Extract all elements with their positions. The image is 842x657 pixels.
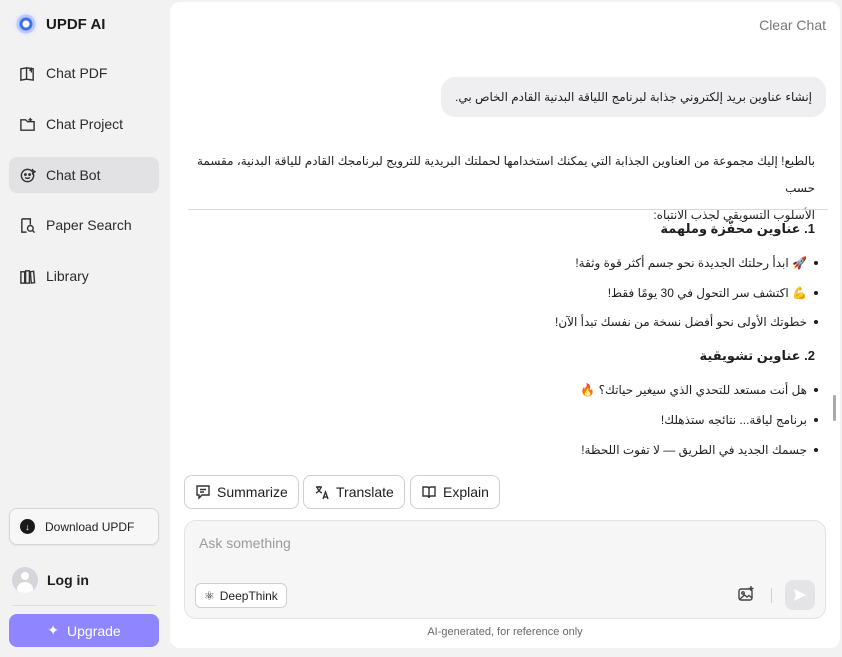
avatar	[12, 567, 38, 593]
section-heading: 2. عناوين تشويقية	[699, 348, 816, 363]
bullet-dot	[814, 388, 818, 392]
explain-label: Explain	[443, 484, 489, 500]
list-item: برنامج لياقة... نتائجه ستذهلك!	[188, 413, 828, 427]
download-updf-button[interactable]: ↓ Download UPDF	[9, 508, 159, 545]
atom-icon: ⚛	[204, 588, 215, 603]
list-item-text: خطوتك الأولى نحو أفضل نسخة من نفسك تبدأ …	[555, 315, 807, 329]
message-input[interactable]	[199, 535, 799, 559]
list-item-text: 🚀 ابدأ رحلتك الجديدة نحو جسم أكثر قوة وث…	[575, 256, 807, 270]
sidebar-item-chat-project[interactable]: Chat Project	[9, 106, 159, 142]
translate-button[interactable]: Translate	[303, 475, 405, 509]
bullet-dot	[814, 320, 818, 324]
download-label: Download UPDF	[45, 519, 135, 534]
upgrade-button[interactable]: ✦ Upgrade	[9, 614, 159, 647]
translate-label: Translate	[336, 484, 394, 500]
sidebar-item-label: Chat PDF	[46, 65, 108, 81]
list-item-text: 💪 اكتشف سر التحول في 30 يومًا فقط!	[607, 286, 807, 300]
bot-icon	[18, 166, 36, 184]
sparkle-icon: ✦	[47, 622, 60, 638]
book-icon	[18, 64, 36, 82]
answer-intro: بالطبع! إليك مجموعة من العناوين الجذابة …	[188, 148, 828, 229]
send-button[interactable]	[785, 580, 815, 610]
bullet-dot	[814, 418, 818, 422]
folder-icon	[18, 115, 36, 133]
summarize-label: Summarize	[217, 484, 288, 500]
bullet-dot	[814, 448, 818, 452]
list-item-text: برنامج لياقة... نتائجه ستذهلك!	[660, 413, 807, 427]
list-item: 🚀 ابدأ رحلتك الجديدة نحو جسم أكثر قوة وث…	[188, 256, 828, 270]
image-icon	[738, 586, 754, 601]
summarize-icon	[196, 485, 210, 500]
divider	[771, 588, 772, 603]
search-doc-icon	[18, 216, 36, 234]
send-icon	[794, 589, 806, 601]
ai-disclaimer: AI-generated, for reference only	[427, 626, 583, 638]
clear-chat-button[interactable]: Clear Chat	[759, 17, 826, 33]
message-composer: ⚛ DeepThink	[184, 520, 826, 619]
section-heading: 1. عناوين محفّزة وملهمة	[660, 221, 815, 236]
brand-name: UPDF AI	[46, 15, 106, 33]
sidebar-item-label: Library	[46, 268, 89, 284]
answer-intro-line: بالطبع! إليك مجموعة من العناوين الجذابة …	[196, 154, 815, 195]
library-icon	[18, 267, 36, 285]
login-button[interactable]: Log in	[12, 567, 89, 593]
upgrade-label: Upgrade	[67, 622, 121, 639]
divider	[12, 605, 156, 606]
login-label: Log in	[47, 572, 89, 588]
bullet-dot	[814, 291, 818, 295]
sidebar-item-chat-pdf[interactable]: Chat PDF	[9, 55, 159, 91]
updf-logo-icon	[14, 12, 38, 36]
download-icon: ↓	[20, 519, 35, 534]
chat-panel: Clear Chat إنشاء عناوين بريد إلكتروني جذ…	[170, 2, 840, 648]
sidebar: UPDF AI Chat PDF Chat Project Chat Bot P…	[0, 0, 168, 657]
scrollbar-thumb[interactable]	[833, 395, 836, 421]
list-item-text: هل أنت مستعد للتحدي الذي سيغير حياتك؟ 🔥	[580, 383, 807, 397]
sidebar-item-label: Chat Bot	[46, 167, 101, 183]
explain-button[interactable]: Explain	[410, 475, 500, 509]
user-message: إنشاء عناوين بريد إلكتروني جذابة لبرنامج…	[441, 77, 826, 117]
list-item: جسمك الجديد في الطريق — لا تفوت اللحظة!	[188, 443, 828, 457]
image-upload-button[interactable]	[737, 585, 757, 605]
sidebar-item-label: Chat Project	[46, 116, 124, 132]
sidebar-item-library[interactable]: Library	[9, 258, 159, 294]
sidebar-item-chat-bot[interactable]: Chat Bot	[9, 157, 159, 193]
sidebar-item-paper-search[interactable]: Paper Search	[9, 207, 159, 243]
list-item: خطوتك الأولى نحو أفضل نسخة من نفسك تبدأ …	[188, 315, 828, 329]
brand[interactable]: UPDF AI	[14, 12, 105, 36]
answer-divider	[188, 209, 828, 210]
bullet-dot	[814, 261, 818, 265]
book-open-icon	[422, 486, 436, 499]
list-item-text: جسمك الجديد في الطريق — لا تفوت اللحظة!	[581, 443, 807, 457]
deepthink-label: DeepThink	[219, 588, 278, 603]
list-item: هل أنت مستعد للتحدي الذي سيغير حياتك؟ 🔥	[188, 383, 828, 397]
translate-icon	[315, 486, 329, 500]
deepthink-toggle[interactable]: ⚛ DeepThink	[195, 583, 287, 608]
list-item: 💪 اكتشف سر التحول في 30 يومًا فقط!	[188, 286, 828, 300]
summarize-button[interactable]: Summarize	[184, 475, 299, 509]
sidebar-item-label: Paper Search	[46, 217, 132, 233]
